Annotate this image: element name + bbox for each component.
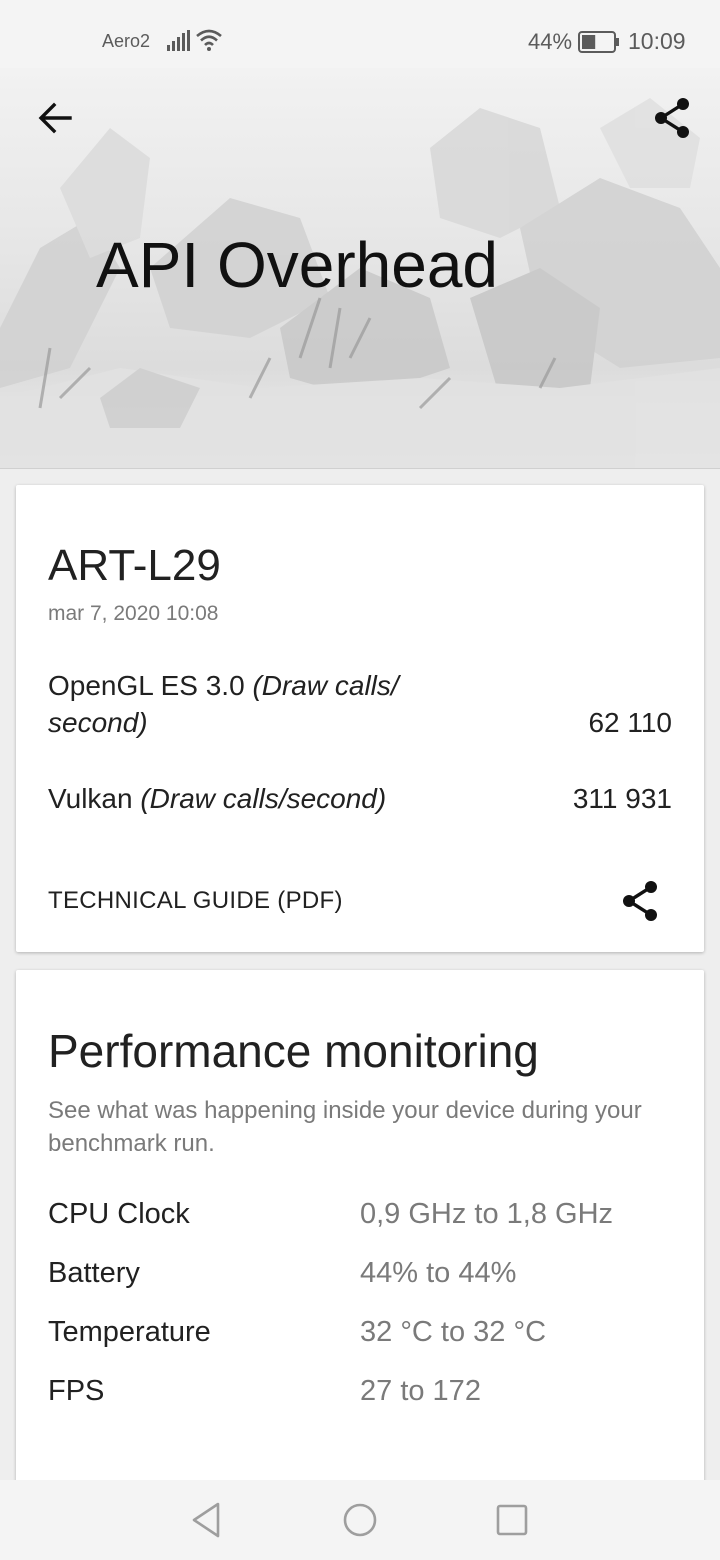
- technical-guide-link[interactable]: TECHNICAL GUIDE (PDF): [48, 887, 343, 915]
- metric-row-fps: FPS 27 to 172: [48, 1375, 688, 1415]
- metric-value: 32 °C to 32 °C: [360, 1316, 547, 1348]
- score-row-vulkan: Vulkan (Draw calls/second) 311 931: [48, 780, 672, 817]
- metric-row-cpu-clock: CPU Clock 0,9 GHz to 1,8 GHz: [48, 1198, 688, 1238]
- metric-label: FPS: [48, 1375, 105, 1407]
- score-label: OpenGL ES 3.0 (Draw calls/ second): [48, 667, 478, 741]
- metric-label: Battery: [48, 1257, 140, 1289]
- score-unit: (Draw calls/second): [140, 783, 387, 814]
- nav-recents-button[interactable]: [488, 1496, 536, 1544]
- system-navigation-bar: [0, 1480, 720, 1560]
- score-label: Vulkan (Draw calls/second): [48, 780, 478, 817]
- hero-header: API Overhead: [0, 68, 720, 469]
- page-title: API Overhead: [96, 229, 498, 301]
- back-button[interactable]: [28, 94, 84, 142]
- metric-label: CPU Clock: [48, 1198, 190, 1230]
- metric-value: 27 to 172: [360, 1375, 481, 1407]
- status-bar: Aero2 44% 10:09: [0, 0, 720, 68]
- battery-icon: [578, 31, 620, 53]
- share-result-button[interactable]: [616, 877, 664, 925]
- performance-card: Performance monitoring See what was happ…: [16, 970, 704, 1490]
- nav-home-button[interactable]: [336, 1496, 384, 1544]
- share-icon: [623, 881, 657, 921]
- arrow-left-icon: [38, 102, 72, 134]
- nav-home-circle-icon: [343, 1503, 377, 1537]
- section-description: See what was happening inside your devic…: [48, 1097, 642, 1157]
- score-value: 311 931: [572, 783, 672, 814]
- score-name: OpenGL ES 3.0: [48, 670, 245, 701]
- result-card: ART-L29 mar 7, 2020 10:08 OpenGL ES 3.0 …: [16, 485, 704, 952]
- run-date: mar 7, 2020 10:08: [48, 602, 219, 625]
- clock: 10:09: [628, 28, 686, 54]
- metric-label: Temperature: [48, 1316, 211, 1348]
- score-name: Vulkan: [48, 783, 133, 814]
- score-row-opengl: OpenGL ES 3.0 (Draw calls/ second) 62 11…: [48, 667, 672, 741]
- carrier-name: Aero2: [102, 31, 151, 51]
- section-title: Performance monitoring: [48, 1025, 539, 1077]
- signal-icon: [166, 30, 190, 52]
- share-icon: [655, 98, 689, 138]
- metric-row-temperature: Temperature 32 °C to 32 °C: [48, 1316, 688, 1356]
- nav-recents-square-icon: [496, 1504, 528, 1536]
- battery-percent: 44%: [528, 29, 573, 54]
- wifi-icon: [195, 28, 223, 52]
- metric-row-battery: Battery 44% to 44%: [48, 1257, 688, 1297]
- metric-value: 0,9 GHz to 1,8 GHz: [360, 1198, 614, 1230]
- score-value: 62 110: [588, 707, 672, 738]
- nav-back-triangle-icon: [192, 1502, 220, 1538]
- nav-back-button[interactable]: [182, 1496, 230, 1544]
- metric-value: 44% to 44%: [360, 1257, 517, 1289]
- device-name: ART-L29: [48, 541, 221, 590]
- share-button[interactable]: [644, 90, 700, 146]
